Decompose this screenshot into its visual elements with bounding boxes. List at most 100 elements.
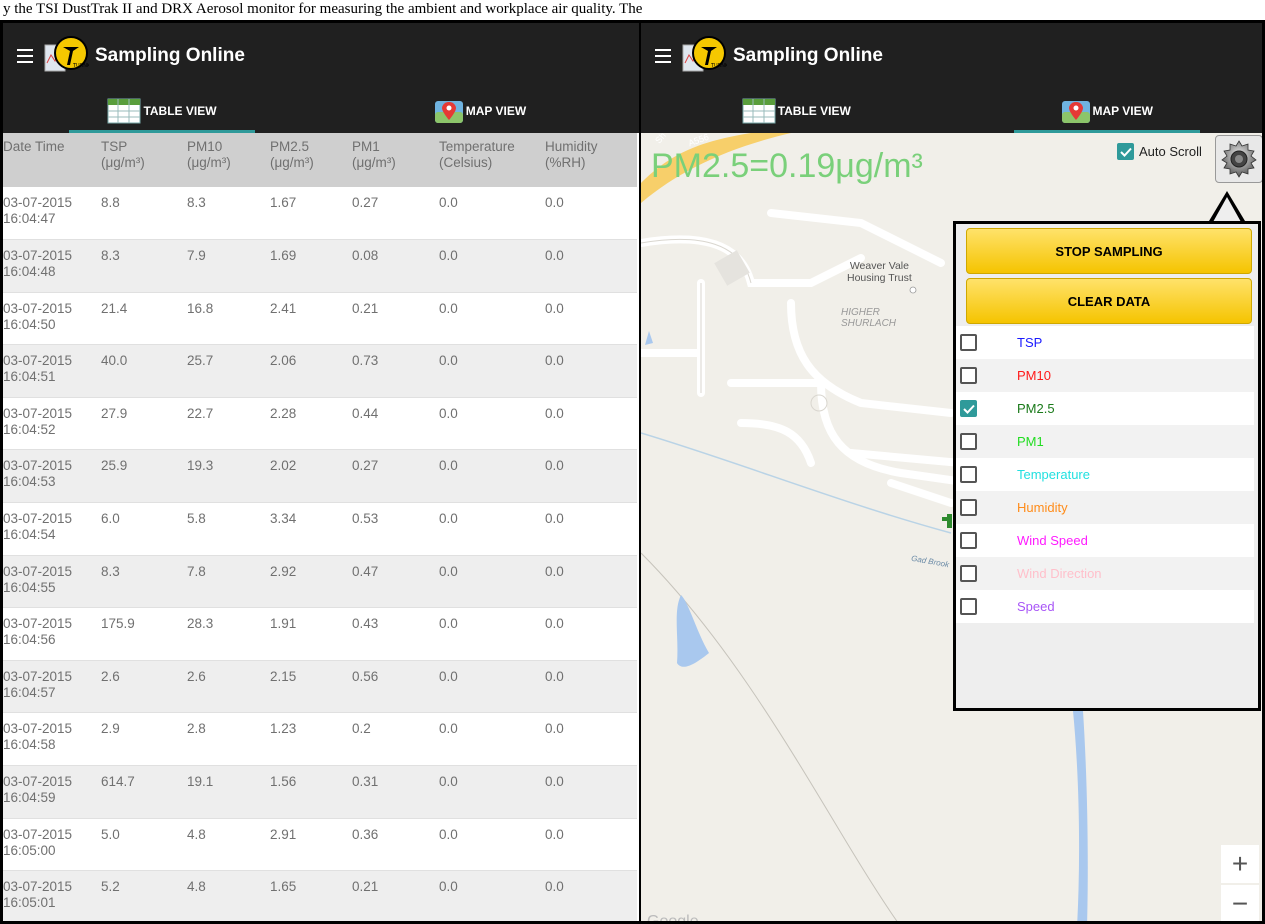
- table-cell: 0.2: [352, 721, 371, 737]
- menu-icon[interactable]: [655, 49, 671, 63]
- table-row[interactable]: 03-07-2015 16:04:51 40.0 25.7 2.06 0.73 0.0 0.0: [3, 344, 637, 398]
- series-option[interactable]: PM2.5: [956, 392, 1254, 425]
- tab-table-view[interactable]: TABLE VIEW: [3, 89, 321, 133]
- gear-icon: [1221, 140, 1257, 178]
- table-cell: 2.02: [270, 458, 297, 474]
- column-header-title: PM10: [187, 139, 223, 154]
- table-row[interactable]: 03-07-2015 16:04:47 8.8 8.3 1.67 0.27 0.0 0.0: [3, 187, 637, 240]
- series-checkbox[interactable]: [960, 334, 977, 351]
- table-cell: 175.9: [101, 616, 135, 632]
- series-label: Speed: [1017, 599, 1055, 614]
- series-checkbox[interactable]: [960, 400, 977, 417]
- table-row[interactable]: 03-07-2015 16:05:01 5.2 4.8 1.65 0.21 0.0 0.0: [3, 870, 637, 921]
- series-checkbox[interactable]: [960, 499, 977, 516]
- table-cell: 0.0: [545, 458, 564, 474]
- table-row[interactable]: 03-07-2015 16:04:57 2.6 2.6 2.15 0.56 0.0 0.0: [3, 660, 637, 713]
- table-cell: 0.0: [545, 879, 564, 895]
- series-option[interactable]: Wind Direction: [956, 557, 1254, 590]
- table-row[interactable]: 03-07-2015 16:05:00 5.0 4.8 2.91 0.36 0.0 0.0: [3, 818, 637, 871]
- data-table: Date Time TSP (μg/m³) PM10 (μg/m³) PM2.5 (μg/m…: [3, 133, 637, 921]
- table-cell: 2.91: [270, 826, 297, 842]
- table-row[interactable]: 03-07-2015 16:04:59 614.7 19.1 1.56 0.31 0.0 0.…: [3, 765, 637, 819]
- table-cell: 0.0: [545, 405, 564, 421]
- cell-datetime: 03-07-2015 16:04:54: [3, 503, 101, 556]
- table-cell: 7.8: [187, 563, 206, 579]
- map-canvas[interactable]: A556 Sh Weaver Vale Housing Trust HIGHER S…: [641, 133, 1262, 921]
- table-row[interactable]: 03-07-2015 16:04:56 175.9 28.3 1.91 0.43 0.0 0.…: [3, 608, 637, 661]
- series-option[interactable]: PM10: [956, 359, 1254, 392]
- cell-datetime: 03-07-2015 16:04:47: [3, 187, 101, 240]
- table-cell: 0.0: [545, 563, 564, 579]
- cell-date: 03-07-2015: [3, 563, 73, 579]
- series-checkbox[interactable]: [960, 367, 977, 384]
- menu-icon[interactable]: [17, 49, 33, 63]
- column-header-title: PM2.5: [270, 139, 310, 154]
- cell-date: 03-07-2015: [3, 774, 73, 790]
- table-cell: 8.3: [187, 195, 206, 210]
- popup-arrow-inner: [1213, 197, 1241, 222]
- tab-table-view[interactable]: TABLE VIEW: [641, 89, 952, 133]
- table-cell: 6.0: [101, 511, 120, 527]
- table-cell: 21.4: [101, 300, 128, 316]
- table-icon: [107, 98, 141, 124]
- table-row[interactable]: 03-07-2015 16:04:50 21.4 16.8 2.41 0.21 0.0 0.0: [3, 292, 637, 345]
- series-checkbox[interactable]: [960, 466, 977, 483]
- series-label: Temperature: [1017, 467, 1090, 482]
- table-cell: 8.8: [101, 195, 120, 210]
- table-row[interactable]: 03-07-2015 16:04:58 2.9 2.8 1.23 0.2 0.0 0.0: [3, 713, 637, 766]
- table-cell: 25.7: [187, 353, 214, 369]
- app-logo: TURNKEY: [681, 33, 735, 79]
- series-option[interactable]: Temperature: [956, 458, 1254, 491]
- table-cell: 0.27: [352, 458, 379, 474]
- stop-sampling-button[interactable]: STOP SAMPLING: [966, 228, 1252, 274]
- cell-time: 16:04:51: [3, 369, 56, 385]
- table-row[interactable]: 03-07-2015 16:04:48 8.3 7.9 1.69 0.08 0.0 0.0: [3, 239, 637, 293]
- series-option[interactable]: Wind Speed: [956, 524, 1254, 557]
- table-cell: 0.21: [352, 879, 379, 895]
- table-cell: 0.0: [439, 511, 458, 527]
- map-pin-icon: [434, 101, 463, 123]
- clear-data-button[interactable]: CLEAR DATA: [966, 278, 1252, 324]
- table-cell: 0.0: [545, 511, 564, 527]
- series-option[interactable]: TSP: [956, 326, 1254, 359]
- cell-datetime: 03-07-2015 16:05:01: [3, 871, 101, 921]
- series-option[interactable]: PM1: [956, 425, 1254, 458]
- table-cell: 1.23: [270, 721, 297, 737]
- cell-date: 03-07-2015: [3, 721, 73, 737]
- table-row[interactable]: 03-07-2015 16:04:55 8.3 7.8 2.92 0.47 0.0 0.0: [3, 555, 637, 608]
- series-label: Wind Speed: [1017, 533, 1088, 548]
- series-label: TSP: [1017, 335, 1043, 350]
- table-cell: 1.67: [270, 195, 297, 210]
- table-cell: 0.0: [439, 616, 458, 632]
- tab-map-view[interactable]: MAP VIEW: [952, 89, 1263, 133]
- table-cell: 0.0: [545, 721, 564, 737]
- table-cell: 0.0: [439, 774, 458, 790]
- table-cell: 0.0: [439, 195, 458, 210]
- auto-scroll-toggle[interactable]: Auto Scroll: [1117, 143, 1202, 160]
- table-cell: 614.7: [101, 774, 135, 790]
- settings-button[interactable]: [1215, 135, 1262, 183]
- series-option[interactable]: Speed: [956, 590, 1254, 623]
- cell-time: 16:04:56: [3, 632, 56, 648]
- table-cell: 2.92: [270, 563, 297, 579]
- series-checkbox[interactable]: [960, 598, 977, 615]
- table-body[interactable]: 03-07-2015 16:04:47 8.8 8.3 1.67 0.27 0.0 0.0 03…: [3, 187, 637, 921]
- series-checkbox[interactable]: [960, 565, 977, 582]
- series-checkbox[interactable]: [960, 433, 977, 450]
- table-row[interactable]: 03-07-2015 16:04:53 25.9 19.3 2.02 0.27 0.0 0.0: [3, 449, 637, 503]
- zoom-in-button[interactable]: +: [1221, 845, 1259, 883]
- cell-datetime: 03-07-2015 16:04:56: [3, 608, 101, 661]
- table-row[interactable]: 03-07-2015 16:04:54 6.0 5.8 3.34 0.53 0.0 0.0: [3, 503, 637, 556]
- cell-date: 03-07-2015: [3, 826, 73, 842]
- zoom-out-button[interactable]: −: [1221, 885, 1259, 921]
- series-checkbox[interactable]: [960, 532, 977, 549]
- cell-datetime: 03-07-2015 16:04:53: [3, 450, 101, 503]
- table-row[interactable]: 03-07-2015 16:04:52 27.9 22.7 2.28 0.44 0.0 0.0: [3, 397, 637, 450]
- cell-time: 16:05:00: [3, 842, 56, 858]
- series-option[interactable]: Humidity: [956, 491, 1254, 524]
- column-header-title: PM1: [352, 139, 380, 154]
- tab-map-view[interactable]: MAP VIEW: [321, 89, 639, 133]
- app-logo: TURNKEY: [43, 33, 97, 79]
- auto-scroll-checkbox[interactable]: [1117, 143, 1134, 160]
- cell-time: 16:04:48: [3, 264, 56, 280]
